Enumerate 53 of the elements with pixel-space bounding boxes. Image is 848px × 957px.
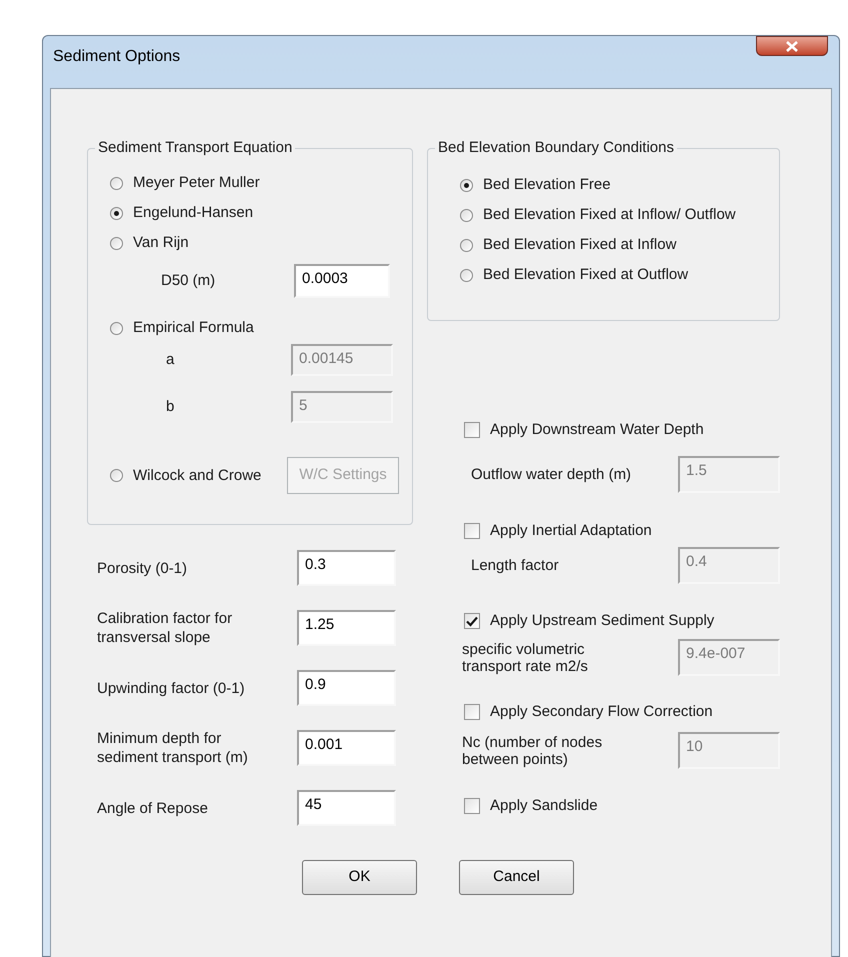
field-label: Length factor <box>471 557 560 574</box>
cancel-button[interactable]: Cancel <box>459 860 574 895</box>
input-field[interactable]: 1.25 <box>297 610 396 646</box>
radio-button[interactable] <box>110 176 123 190</box>
field-label: Upwinding factor (0-1) <box>97 678 246 698</box>
radio-label: Engelund-Hansen <box>133 203 254 223</box>
field-label: D50 (m) <box>161 271 216 291</box>
radio-label: Bed Elevation Fixed at Inflow/ Outflow <box>483 205 736 225</box>
close-icon <box>786 40 798 52</box>
radio-button[interactable] <box>460 208 473 222</box>
field-label: Nc (number of nodes between points) <box>462 734 604 768</box>
checkbox[interactable] <box>464 422 480 438</box>
input-field[interactable]: 45 <box>297 790 396 826</box>
radio-button[interactable] <box>110 206 123 220</box>
field-label: Calibration factor for transversal slope <box>97 609 234 647</box>
radio-button[interactable] <box>110 322 123 334</box>
group-title: Sediment Transport Equation <box>95 138 296 158</box>
field-label: Porosity (0-1) <box>97 558 188 578</box>
field-label: Outflow water depth (m) <box>471 466 632 483</box>
radio-label: Bed Elevation Fixed at Inflow <box>483 235 676 255</box>
input-field[interactable]: 0.001 <box>297 730 396 766</box>
radio-label: Van Rijn <box>133 233 189 253</box>
checkbox-label: Apply Upstream Sediment Supply <box>490 611 714 631</box>
field-label: Angle of Repose <box>97 798 209 818</box>
checkbox-label: Apply Downstream Water Depth <box>490 420 704 440</box>
radio-button[interactable] <box>460 178 473 192</box>
input-field[interactable]: 0.0003 <box>294 264 390 298</box>
field-label: b <box>166 397 176 417</box>
checkbox[interactable] <box>464 613 480 629</box>
checkbox[interactable] <box>464 798 480 814</box>
radio-label: Empirical Formula <box>133 318 254 338</box>
radio-button[interactable] <box>110 469 123 482</box>
input-field[interactable]: 0.9 <box>297 670 396 706</box>
radio-label: Wilcock and Crowe <box>133 466 262 486</box>
input-field[interactable]: 0.3 <box>297 550 396 586</box>
field-label: Minimum depth for sediment transport (m) <box>97 729 249 767</box>
field-label: specific volumetric transport rate m2/s <box>462 640 589 674</box>
checkbox[interactable] <box>464 704 480 720</box>
checkbox-label: Apply Secondary Flow Correction <box>490 702 713 722</box>
close-button[interactable] <box>756 36 828 56</box>
radio-button[interactable] <box>460 268 473 282</box>
checkbox-label: Apply Sandslide <box>490 796 598 816</box>
group-title: Bed Elevation Boundary Conditions <box>435 138 677 158</box>
radio-label: Bed Elevation Fixed at Outflow <box>483 265 688 285</box>
checkbox[interactable] <box>464 523 480 539</box>
radio-button[interactable] <box>110 236 123 250</box>
radio-label: Meyer Peter Muller <box>133 173 260 193</box>
window-title: Sediment Options <box>53 47 180 65</box>
checkbox-label: Apply Inertial Adaptation <box>490 521 652 541</box>
field-label: a <box>166 350 176 370</box>
radio-button[interactable] <box>460 238 473 252</box>
radio-label: Bed Elevation Free <box>483 175 611 195</box>
ok-button[interactable]: OK <box>302 860 417 895</box>
